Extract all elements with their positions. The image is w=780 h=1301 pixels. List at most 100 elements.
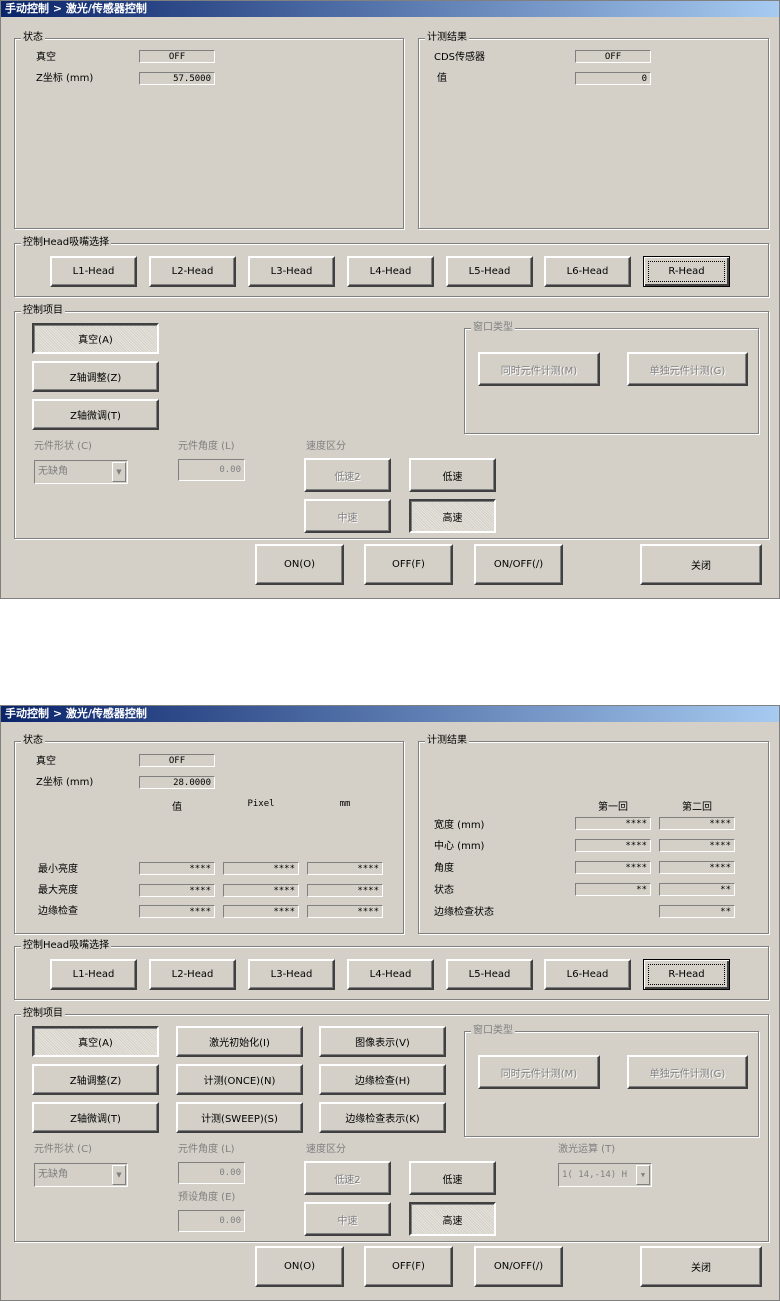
dialog-panel-2: 手动控制 > 激光/传感器控制 状态 真空 OFF Z坐标 (mm) 28.00…	[0, 705, 780, 1301]
z-adjust-button[interactable]: Z轴调整(Z)	[32, 1064, 159, 1095]
edge-check-pixel: ****	[223, 905, 299, 918]
laser-init-button[interactable]: 激光初始化(I)	[176, 1026, 303, 1057]
result-label-center: 中心 (mm)	[434, 841, 485, 852]
z-coord-value: 28.0000	[139, 776, 215, 789]
head-button-l4[interactable]: L4-Head	[347, 256, 434, 287]
speed-low2-button[interactable]: 低速2	[304, 1161, 391, 1195]
preset-angle-input[interactable]: 0.00	[178, 1210, 245, 1232]
vacuum-value: OFF	[139, 50, 215, 63]
result-group-label: 计测结果	[425, 734, 469, 748]
result-angle-second: ****	[659, 861, 735, 874]
z-coord-label: Z坐标 (mm)	[36, 73, 94, 84]
head-button-l3[interactable]: L3-Head	[248, 256, 335, 287]
close-button[interactable]: 关闭	[640, 1246, 762, 1287]
cds-sensor-label: CDS传感器	[434, 52, 486, 63]
result-label-width: 宽度 (mm)	[434, 820, 485, 831]
speed-high-button[interactable]: 高速	[409, 1202, 496, 1236]
off-button[interactable]: OFF(F)	[364, 544, 453, 585]
single-measure-button[interactable]: 单独元件计测(G)	[627, 352, 748, 386]
edge-check-button[interactable]: 边缘检查(H)	[319, 1064, 446, 1095]
head-button-l5[interactable]: L5-Head	[446, 959, 533, 990]
head-button-r[interactable]: R-Head	[643, 256, 730, 287]
shape-label: 元件形状 (C)	[34, 441, 92, 452]
head-select-group-label: 控制Head吸嘴选择	[21, 236, 112, 250]
vacuum-label: 真空	[36, 52, 56, 63]
z-coord-label: Z坐标 (mm)	[36, 777, 94, 788]
head-button-l3[interactable]: L3-Head	[248, 959, 335, 990]
image-show-button[interactable]: 图像表示(V)	[319, 1026, 446, 1057]
angle-input[interactable]: 0.00	[178, 1162, 245, 1184]
head-button-l6[interactable]: L6-Head	[544, 959, 631, 990]
result-center-second: ****	[659, 839, 735, 852]
status-group: 状态	[14, 31, 404, 229]
result-angle-first: ****	[575, 861, 651, 874]
edge-status-label: 边缘检查状态	[434, 907, 494, 918]
result-group: 计测结果	[418, 31, 769, 229]
vacuum-button[interactable]: 真空(A)	[32, 1026, 159, 1057]
shape-select[interactable]: 无缺角 ▼	[34, 460, 128, 484]
angle-label: 元件角度 (L)	[178, 441, 235, 452]
chevron-down-icon[interactable]: ▼	[112, 1165, 126, 1185]
control-group-label: 控制项目	[21, 304, 65, 318]
laser-op-label: 激光运算 (T)	[558, 1144, 616, 1155]
row-label-min-brightness: 最小亮度	[38, 864, 78, 875]
onoff-button[interactable]: ON/OFF(/)	[474, 544, 563, 585]
simultaneous-measure-button[interactable]: 同时元件计测(M)	[478, 1055, 600, 1089]
result-status-first: **	[575, 883, 651, 896]
head-button-l6[interactable]: L6-Head	[544, 256, 631, 287]
min-brightness-mm: ****	[307, 862, 383, 875]
shape-select-value: 无缺角	[38, 1169, 68, 1180]
min-brightness-value: ****	[139, 862, 215, 875]
onoff-button[interactable]: ON/OFF(/)	[474, 1246, 563, 1287]
max-brightness-pixel: ****	[223, 884, 299, 897]
col-header-pixel: Pixel	[247, 799, 275, 809]
head-button-l2[interactable]: L2-Head	[149, 256, 236, 287]
min-brightness-pixel: ****	[223, 862, 299, 875]
speed-mid-button[interactable]: 中速	[304, 1202, 391, 1236]
vacuum-button[interactable]: 真空(A)	[32, 323, 159, 354]
speed-low-button[interactable]: 低速	[409, 1161, 496, 1195]
single-measure-button[interactable]: 单独元件计测(G)	[627, 1055, 748, 1089]
speed-high-button[interactable]: 高速	[409, 499, 496, 533]
measure-sweep-button[interactable]: 计测(SWEEP)(S)	[176, 1102, 303, 1133]
speed-low-button[interactable]: 低速	[409, 458, 496, 492]
simultaneous-measure-button[interactable]: 同时元件计测(M)	[478, 352, 600, 386]
measure-once-button[interactable]: 计测(ONCE)(N)	[176, 1064, 303, 1095]
title-bar: 手动控制 > 激光/传感器控制	[1, 1, 779, 17]
col-header-mm: mm	[339, 799, 351, 809]
speed-label: 速度区分	[306, 441, 346, 452]
speed-mid-button[interactable]: 中速	[304, 499, 391, 533]
result-center-first: ****	[575, 839, 651, 852]
head-button-l5[interactable]: L5-Head	[446, 256, 533, 287]
head-select-group-label: 控制Head吸嘴选择	[21, 939, 112, 953]
head-button-l1[interactable]: L1-Head	[50, 959, 137, 990]
head-button-l1[interactable]: L1-Head	[50, 256, 137, 287]
z-adjust-button[interactable]: Z轴调整(Z)	[32, 361, 159, 392]
value-label: 值	[437, 73, 447, 84]
on-button[interactable]: ON(O)	[255, 544, 344, 585]
on-button[interactable]: ON(O)	[255, 1246, 344, 1287]
z-fine-button[interactable]: Z轴微调(T)	[32, 1102, 159, 1133]
dialog-panel-1: 手动控制 > 激光/传感器控制 状态 真空 OFF Z坐标 (mm) 57.50…	[0, 0, 780, 599]
off-button[interactable]: OFF(F)	[364, 1246, 453, 1287]
speed-label: 速度区分	[306, 1144, 346, 1155]
head-button-l2[interactable]: L2-Head	[149, 959, 236, 990]
z-coord-value: 57.5000	[139, 72, 215, 85]
laser-op-select[interactable]: 1( 14,-14) H ▼	[558, 1163, 652, 1187]
max-brightness-value: ****	[139, 884, 215, 897]
result-group-label: 计测结果	[425, 31, 469, 45]
max-brightness-mm: ****	[307, 884, 383, 897]
edge-check-show-button[interactable]: 边缘检查表示(K)	[319, 1102, 446, 1133]
shape-select[interactable]: 无缺角 ▼	[34, 1163, 128, 1187]
col-header-value: 值	[172, 802, 182, 813]
speed-low2-button[interactable]: 低速2	[304, 458, 391, 492]
close-button[interactable]: 关闭	[640, 544, 762, 585]
head-button-r[interactable]: R-Head	[643, 959, 730, 990]
result-header-first: 第一回	[598, 802, 628, 813]
chevron-down-icon[interactable]: ▼	[636, 1165, 650, 1185]
chevron-down-icon[interactable]: ▼	[112, 462, 126, 482]
result-header-second: 第二回	[682, 802, 712, 813]
angle-input[interactable]: 0.00	[178, 459, 245, 481]
head-button-l4[interactable]: L4-Head	[347, 959, 434, 990]
z-fine-button[interactable]: Z轴微调(T)	[32, 399, 159, 430]
